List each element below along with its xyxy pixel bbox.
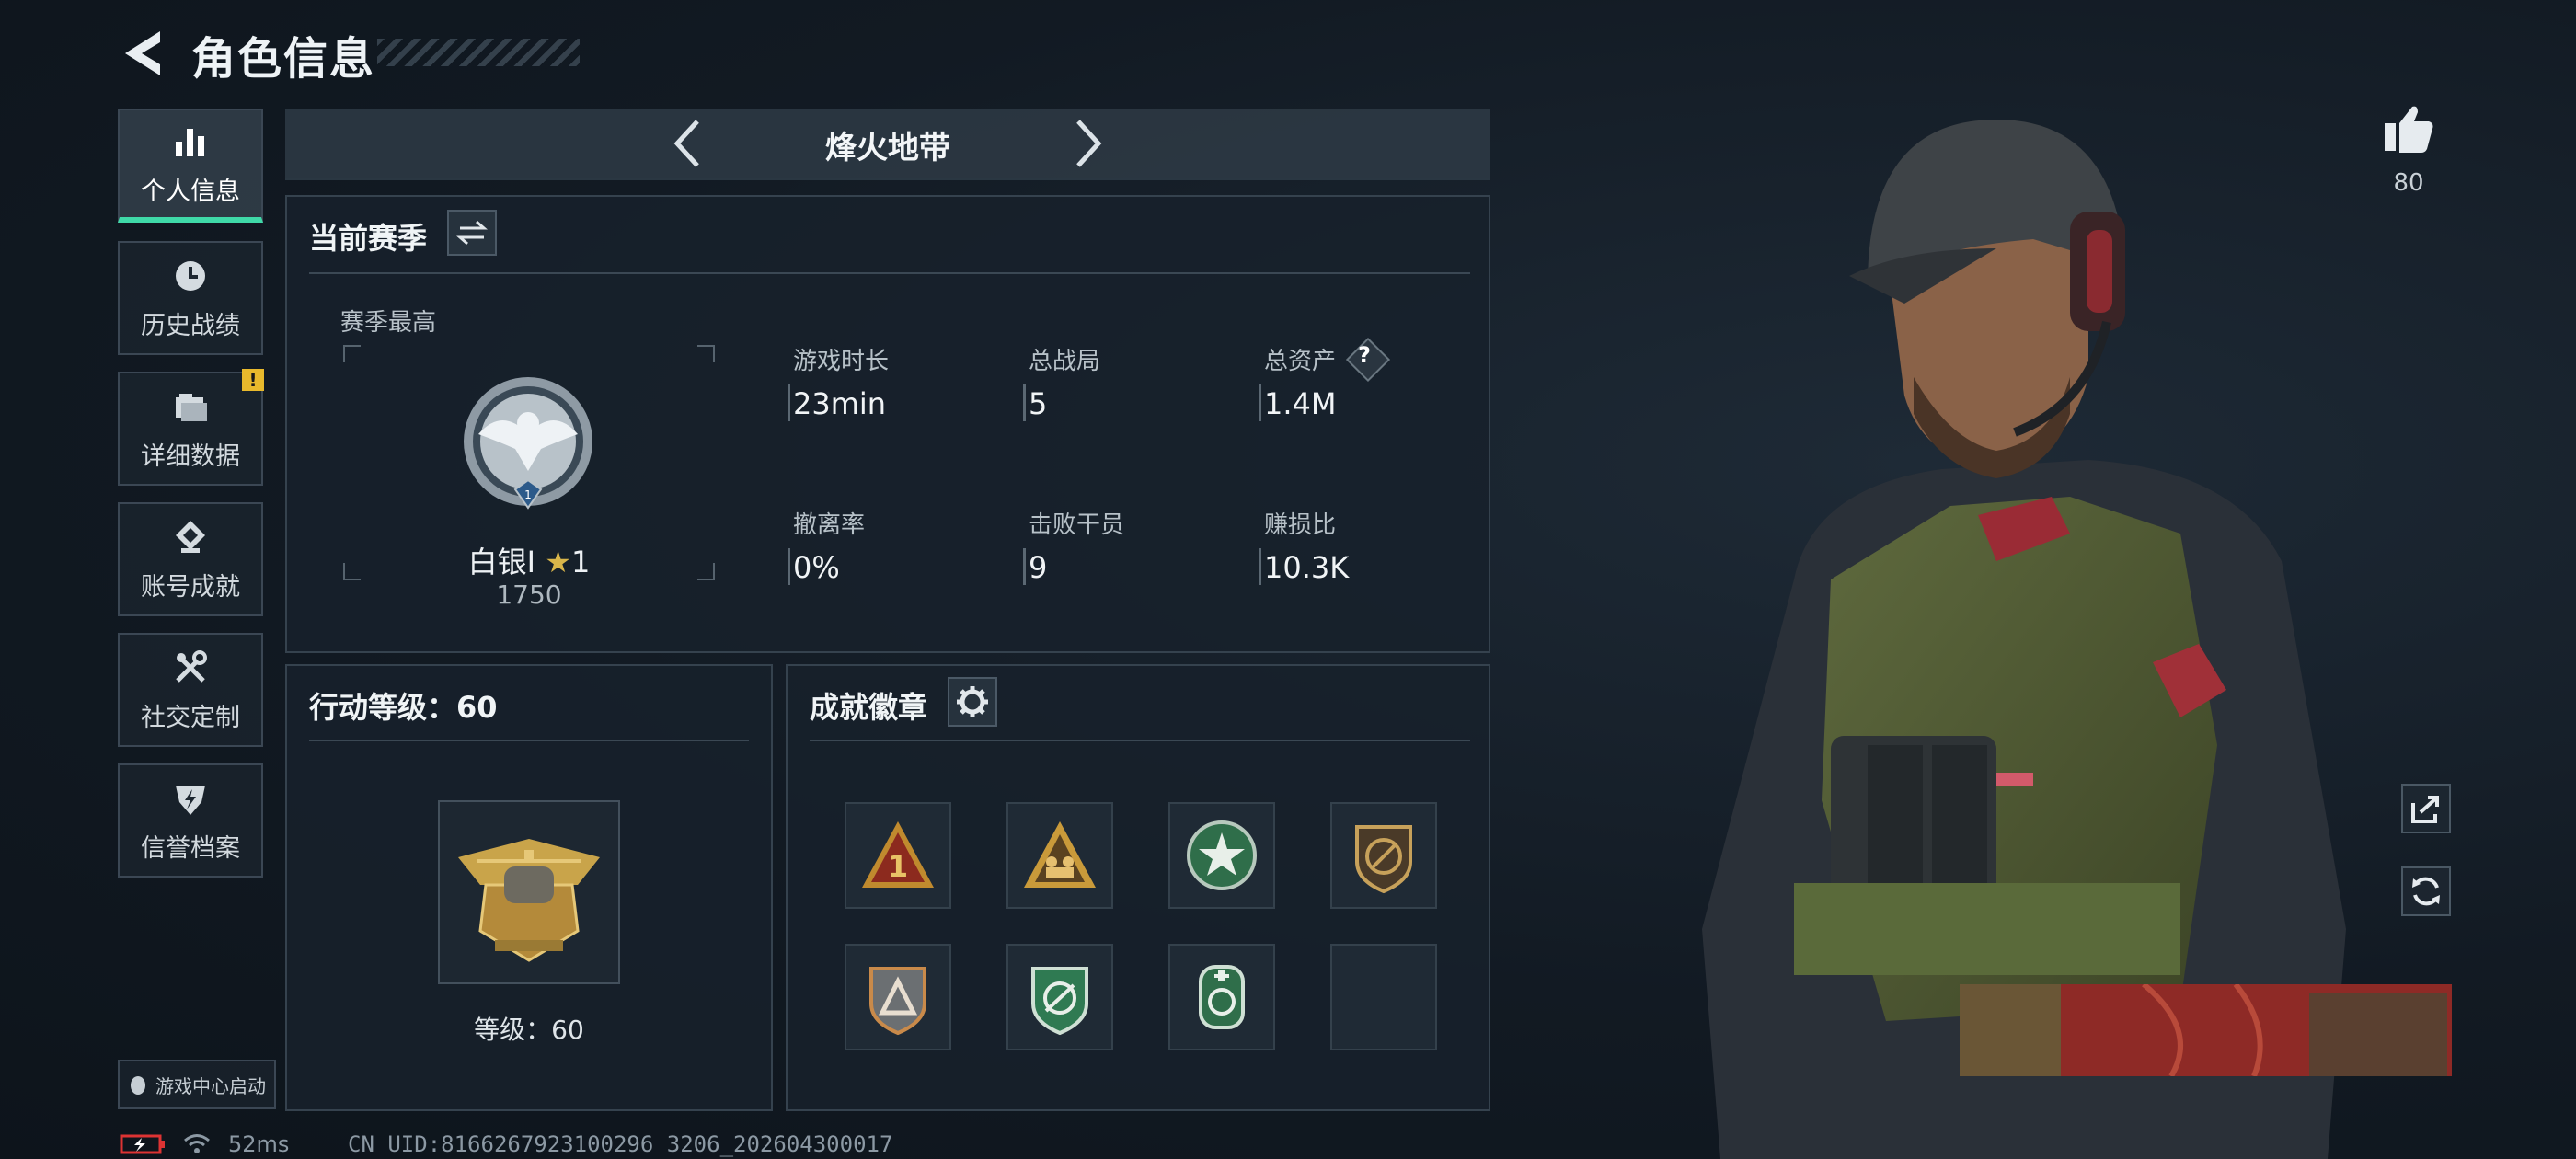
notification-badge: ! [242, 369, 264, 391]
stat-value-matches: 5 [1029, 386, 1048, 421]
badges-title: 成就徽章 [810, 690, 928, 725]
status-bar: 52ms [120, 1131, 289, 1157]
star-icon: ★ [545, 545, 571, 580]
badge-slot[interactable] [1168, 944, 1275, 1050]
clock-icon [176, 260, 205, 291]
svg-text:1: 1 [524, 488, 532, 501]
stat-tick [1023, 548, 1026, 585]
badge-slot[interactable] [845, 944, 951, 1050]
empty-badge-slot[interactable] [1330, 944, 1437, 1050]
nav-label: 信誉档案 [141, 833, 240, 863]
stat-label-profit-ratio: 赚损比 [1264, 511, 1337, 539]
stat-label-assets: 总资产 [1264, 348, 1337, 375]
season-switch-button[interactable] [447, 210, 497, 256]
season-title: 当前赛季 [309, 221, 428, 256]
season-best-label: 赛季最高 [340, 309, 437, 337]
rank-name-text: 白银I [467, 545, 536, 580]
stat-value-extract-rate: 0% [793, 550, 840, 585]
badge-slot[interactable] [1168, 802, 1275, 909]
level-emblem-frame [438, 800, 620, 984]
battery-icon [120, 1134, 165, 1154]
page-title: 角色信息 [191, 33, 376, 85]
stat-tick [1259, 548, 1261, 585]
launch-label: 游戏中心启动 [155, 1074, 266, 1097]
bar-chart-icon [176, 128, 204, 156]
level-text: 等级：60 [474, 1015, 584, 1045]
gear-icon [957, 686, 988, 717]
nav-item-social-custom[interactable]: 社交定制 [118, 633, 263, 747]
badge-slot[interactable]: 1 [845, 802, 951, 909]
shield-bolt-icon [176, 785, 205, 815]
stat-label-playtime: 游戏时长 [793, 348, 890, 375]
wifi-icon [184, 1134, 210, 1153]
uid-text: CN UID:8166267923100296 3206_20260430001… [348, 1131, 893, 1157]
nav-label: 详细数据 [141, 442, 240, 471]
share-icon [2411, 796, 2439, 823]
svg-text:1: 1 [888, 849, 908, 884]
nav-item-achievements[interactable]: 账号成就 [118, 502, 263, 616]
section-divider [810, 740, 1470, 741]
game-center-launch-button[interactable]: 游戏中心启动 [118, 1060, 276, 1109]
help-icon: ? [1358, 342, 1371, 368]
nav-label: 账号成就 [141, 572, 240, 602]
rotate-button[interactable] [2401, 866, 2451, 916]
swap-icon [456, 220, 488, 246]
penguin-icon [131, 1076, 145, 1095]
stat-label-matches: 总战局 [1029, 348, 1101, 375]
badge-slot[interactable] [1006, 944, 1113, 1050]
nav-item-reputation[interactable]: 信誉档案 [118, 763, 263, 878]
stat-label-kills: 击败干员 [1029, 511, 1125, 539]
stat-tick [1259, 384, 1261, 421]
chevron-right-icon[interactable] [1069, 116, 1106, 171]
rank-one-triangle-badge: 1 [862, 821, 934, 888]
mode-name: 烽火地带 [825, 130, 950, 166]
nav-item-personal-info[interactable]: 个人信息 [118, 109, 263, 223]
chevron-left-icon[interactable] [670, 116, 707, 171]
title-decoration [377, 39, 580, 66]
tools-icon [176, 649, 207, 683]
thumbs-up-icon[interactable] [2381, 103, 2436, 155]
refresh-icon [2412, 877, 2440, 906]
stat-value-profit-ratio: 10.3K [1264, 550, 1350, 585]
stat-label-extract-rate: 撤离率 [793, 511, 866, 539]
skin-preview-strip[interactable] [1960, 984, 2452, 1076]
badge-slot[interactable] [1006, 802, 1113, 909]
stat-value-kills: 9 [1029, 550, 1048, 585]
nav-label: 个人信息 [141, 177, 240, 206]
back-arrow-icon[interactable] [120, 28, 166, 79]
action-level-title: 行动等级：60 [309, 690, 498, 725]
share-button[interactable] [2401, 784, 2451, 833]
stat-tick [1023, 384, 1026, 421]
section-divider [309, 272, 1470, 274]
nav-label: 历史战绩 [141, 311, 240, 340]
grey-triangle-badge [869, 967, 926, 1036]
badge-slot[interactable] [1330, 802, 1437, 909]
silver-rank-emblem: 1 [464, 377, 592, 510]
badge-settings-button[interactable] [948, 677, 997, 727]
rank-points: 1750 [496, 580, 562, 610]
no-weapon-badge [1355, 825, 1412, 894]
green-scope-badge [1031, 967, 1088, 1036]
folder-icon [176, 393, 207, 421]
ping-value: 52ms [228, 1131, 290, 1157]
stat-value-assets: 1.4M [1264, 386, 1337, 421]
nav-item-history[interactable]: 历史战绩 [118, 241, 263, 355]
stat-tick [788, 548, 790, 585]
stat-value-playtime: 23min [793, 386, 887, 421]
squad-triangle-badge [1024, 821, 1096, 888]
nav-label: 社交定制 [141, 703, 240, 732]
helicopter-level-emblem [458, 839, 600, 962]
green-medic-badge [1199, 965, 1245, 1029]
stat-tick [788, 384, 790, 421]
green-star-badge [1187, 820, 1257, 890]
rank-stars: 1 [570, 545, 591, 580]
achievement-icon [176, 520, 205, 553]
rank-name: 白银I ★1 [405, 539, 653, 581]
section-divider [309, 740, 749, 741]
like-count: 80 [2393, 169, 2424, 197]
